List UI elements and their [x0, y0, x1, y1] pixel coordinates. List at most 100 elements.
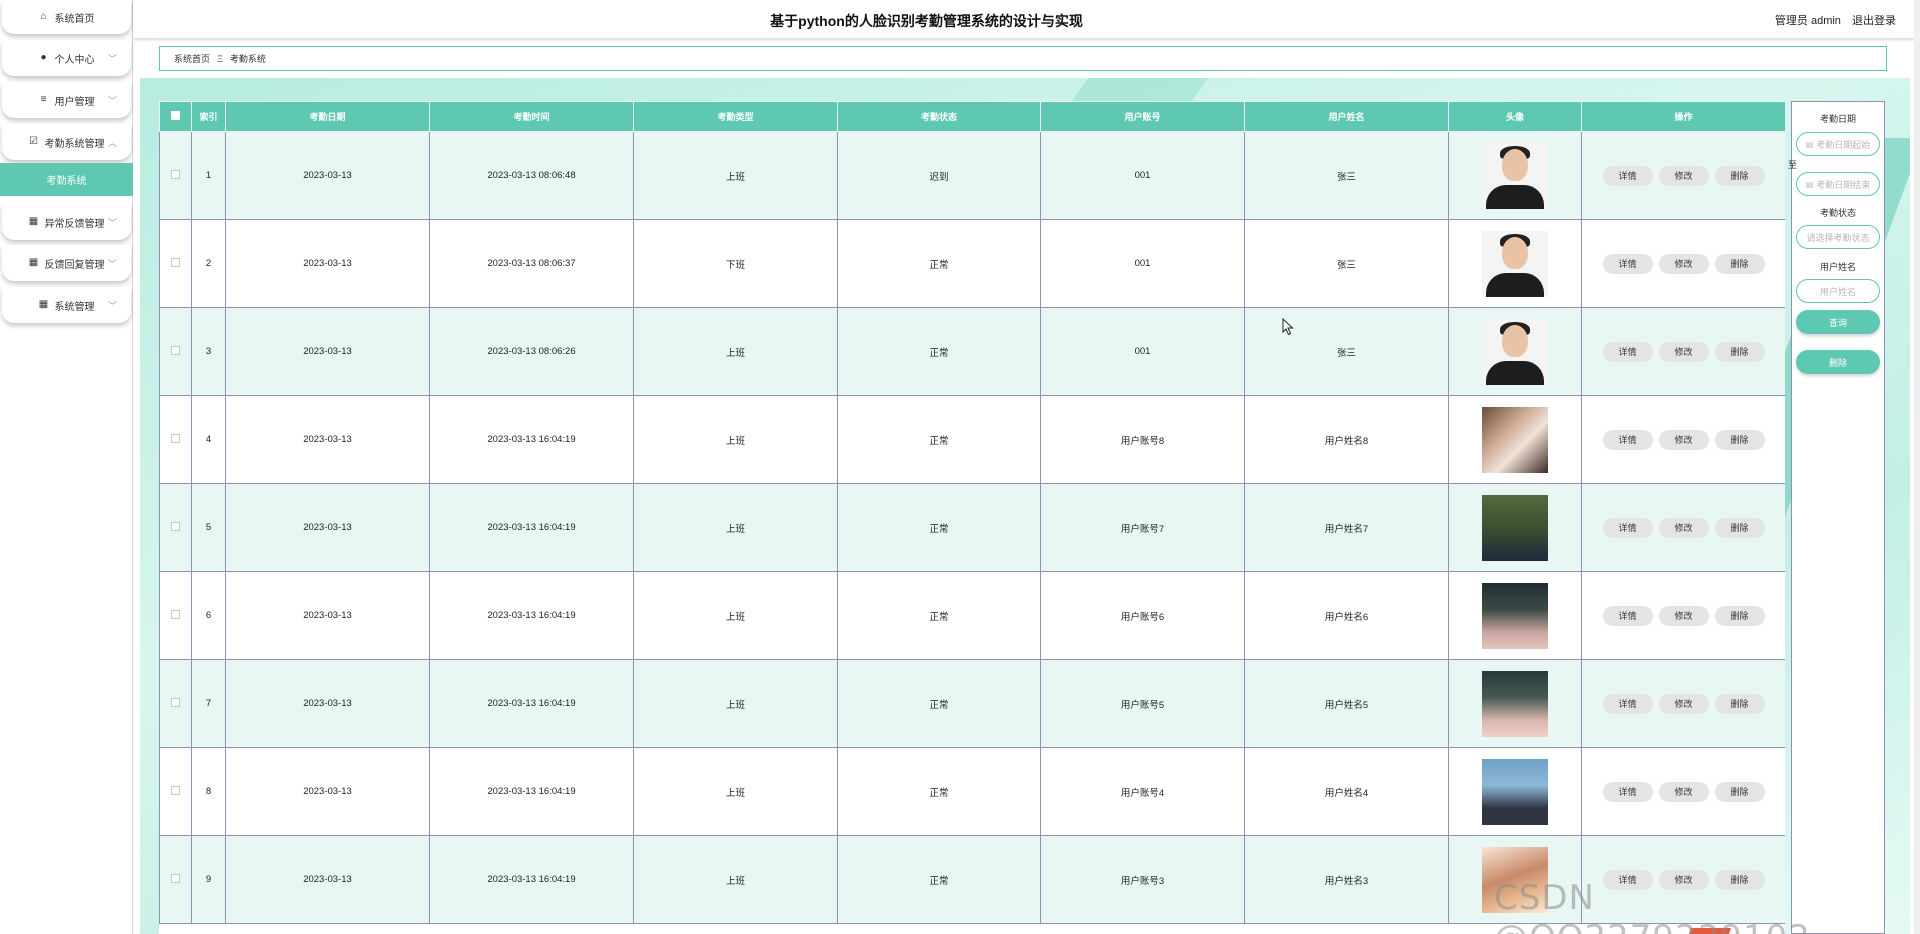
detail-button[interactable]: 详情	[1602, 693, 1653, 714]
date-end-input[interactable]: ▤ 考勤日期结束	[1796, 172, 1880, 196]
detail-button[interactable]: 详情	[1602, 605, 1653, 626]
detail-button[interactable]: 详情	[1602, 165, 1653, 186]
row-checkbox[interactable]	[171, 433, 180, 443]
sidebar-item-users[interactable]: ≡ 用户管理 ﹀	[2, 82, 131, 118]
calendar-icon: ▤	[1805, 179, 1814, 189]
select-all-checkbox[interactable]	[171, 111, 180, 120]
cell-time: 2023-03-13 08:06:48	[429, 131, 634, 220]
sidebar-item-system[interactable]: ▦ 系统管理 ﹀	[2, 287, 131, 323]
delete-button[interactable]: 删除	[1714, 605, 1765, 626]
edit-button[interactable]: 修改	[1658, 781, 1709, 802]
top-header: 基于python的人脸识别考勤管理系统的设计与实现 管理员 admin 退出登录	[133, 0, 1920, 38]
avatar[interactable]	[1482, 318, 1548, 385]
sidebar-item-personal[interactable]: ● 个人中心 ﹀	[2, 40, 131, 76]
app-title: 基于python的人脸识别考勤管理系统的设计与实现	[770, 13, 1083, 29]
chevron-up-icon: ︿	[107, 138, 117, 148]
cell-type: 上班	[633, 307, 838, 396]
detail-button[interactable]: 详情	[1602, 253, 1653, 274]
row-checkbox[interactable]	[171, 521, 180, 531]
delete-button[interactable]: 删除	[1714, 429, 1765, 450]
avatar[interactable]	[1482, 758, 1548, 825]
sidebar-item-home[interactable]: ⌂ 系统首页	[2, 0, 131, 34]
row-checkbox[interactable]	[171, 785, 180, 795]
cell-status: 正常	[837, 395, 1041, 484]
delete-button[interactable]: 删除	[1714, 165, 1765, 186]
cell-account: 用户账号4	[1040, 747, 1245, 836]
avatar[interactable]	[1482, 142, 1548, 209]
cell-actions: 详情 修改 删除	[1581, 131, 1785, 220]
row-checkbox[interactable]	[171, 345, 180, 355]
chevron-down-icon: ﹀	[107, 54, 117, 64]
date-range-separator: 至	[1788, 160, 1798, 170]
edit-button[interactable]: 修改	[1658, 341, 1709, 362]
cell-index: 9	[191, 835, 226, 924]
avatar[interactable]	[1482, 406, 1548, 473]
chevron-down-icon: ﹀	[107, 259, 117, 269]
sidebar-subitem-attendance-system[interactable]: 考勤系统	[0, 163, 133, 196]
chevron-down-icon: ﹀	[107, 218, 117, 228]
cell-account: 用户账号7	[1040, 483, 1245, 572]
avatar[interactable]	[1482, 230, 1548, 297]
cell-actions: 详情 修改 删除	[1581, 571, 1785, 660]
query-button[interactable]: 查询	[1796, 310, 1880, 334]
sliders-icon: ≡	[40, 94, 47, 105]
delete-button[interactable]: 删除	[1714, 253, 1765, 274]
date-start-input[interactable]: ▤ 考勤日期起始	[1796, 132, 1880, 156]
cell-name: 用户姓名7	[1244, 483, 1449, 572]
cell-avatar	[1448, 747, 1582, 836]
sidebar-item-label: 考勤系统管理	[44, 138, 105, 150]
cell-name: 用户姓名6	[1244, 571, 1449, 660]
column-header: 考勤状态	[837, 101, 1041, 132]
cell-account: 用户账号6	[1040, 571, 1245, 660]
logout-link[interactable]: 退出登录	[1852, 15, 1896, 27]
table-row: 7 2023-03-13 2023-03-13 16:04:19 上班 正常 用户账号5 用…	[159, 659, 1785, 748]
cell-type: 上班	[633, 571, 838, 660]
status-select[interactable]: 请选择考勤状态	[1796, 225, 1880, 249]
edit-button[interactable]: 修改	[1658, 517, 1709, 538]
detail-button[interactable]: 详情	[1602, 781, 1653, 802]
cell-actions: 详情 修改 删除	[1581, 219, 1785, 308]
row-select-cell	[159, 395, 192, 484]
cell-account: 001	[1040, 307, 1245, 396]
row-checkbox[interactable]	[171, 873, 180, 883]
grid-icon: ▦	[38, 299, 49, 310]
cell-index: 3	[191, 307, 226, 396]
cell-name: 张三	[1244, 307, 1449, 396]
edit-button[interactable]: 修改	[1658, 429, 1709, 450]
delete-button[interactable]: 删除	[1714, 693, 1765, 714]
row-select-cell	[159, 571, 192, 660]
column-header: 考勤时间	[429, 101, 634, 132]
detail-button[interactable]: 详情	[1602, 429, 1653, 450]
calendar-icon: ▤	[1805, 139, 1814, 149]
edit-button[interactable]: 修改	[1658, 165, 1709, 186]
breadcrumb-home[interactable]: 系统首页	[174, 52, 210, 65]
batch-delete-button[interactable]: 删除	[1796, 350, 1880, 374]
sidebar-item-feedback-reply[interactable]: ▦ 反馈回复管理 ﹀	[2, 245, 131, 281]
column-header: 考勤类型	[633, 101, 838, 132]
edit-button[interactable]: 修改	[1658, 253, 1709, 274]
detail-button[interactable]: 详情	[1602, 341, 1653, 362]
edit-button[interactable]: 修改	[1658, 693, 1709, 714]
cell-time: 2023-03-13 08:06:26	[429, 307, 634, 396]
page-scrollbar[interactable]	[1914, 0, 1920, 934]
avatar[interactable]	[1482, 494, 1548, 561]
detail-button[interactable]: 详情	[1602, 517, 1653, 538]
cell-index: 1	[191, 131, 226, 220]
sidebar-item-exception-feedback[interactable]: ▦ 异常反馈管理 ﹀	[2, 204, 131, 240]
edit-button[interactable]: 修改	[1658, 605, 1709, 626]
row-checkbox[interactable]	[171, 257, 180, 267]
delete-button[interactable]: 删除	[1714, 781, 1765, 802]
sidebar-item-attendance[interactable]: ☑ 考勤系统管理 ︿	[2, 124, 131, 160]
avatar[interactable]	[1482, 670, 1548, 737]
cell-actions: 详情 修改 删除	[1581, 307, 1785, 396]
name-input[interactable]: 用户姓名	[1796, 279, 1880, 303]
breadcrumb-separator-icon: Ξ	[217, 53, 223, 64]
cell-time: 2023-03-13 16:04:19	[429, 659, 634, 748]
delete-button[interactable]: 删除	[1714, 341, 1765, 362]
row-checkbox[interactable]	[171, 169, 180, 179]
mouse-cursor-icon	[1282, 318, 1294, 336]
row-checkbox[interactable]	[171, 609, 180, 619]
delete-button[interactable]: 删除	[1714, 517, 1765, 538]
row-checkbox[interactable]	[171, 697, 180, 707]
avatar[interactable]	[1482, 582, 1548, 649]
